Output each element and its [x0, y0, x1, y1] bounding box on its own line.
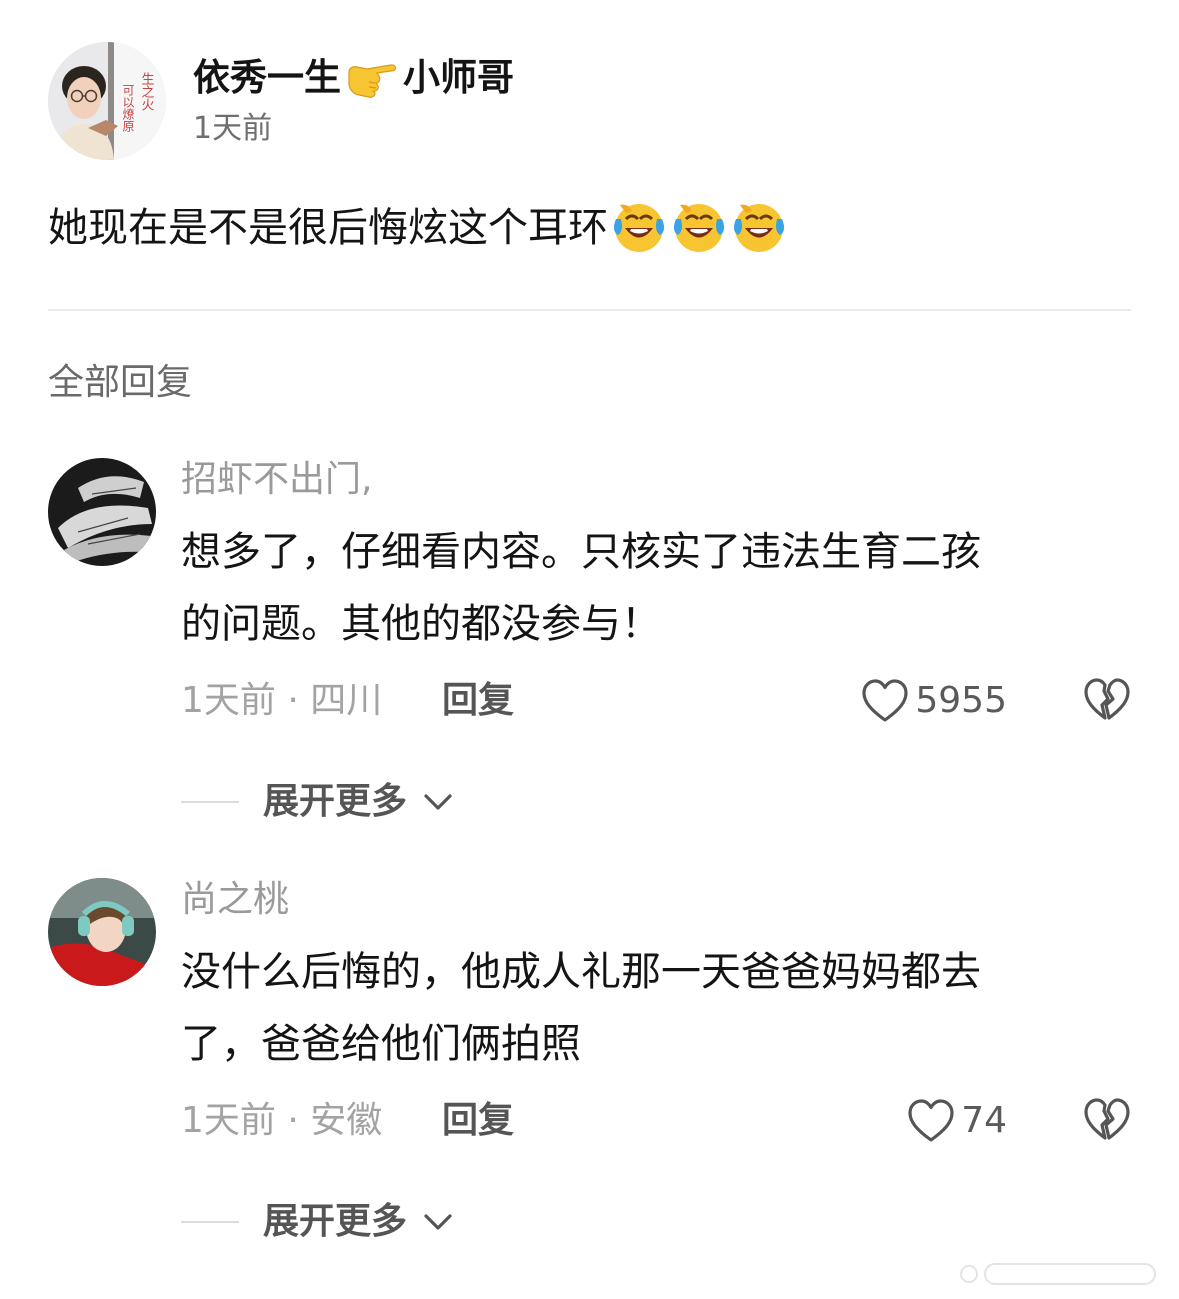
comment-line: 想多了，仔细看内容。只核实了违法生育二孩: [181, 529, 981, 575]
all-replies-title: 全部回复: [48, 362, 193, 403]
author-name[interactable]: 依秀一生 小师哥: [193, 56, 514, 100]
expand-line: [181, 801, 239, 803]
laughing-crying-emoji-icon: [733, 204, 785, 252]
chevron-down-icon: [424, 794, 452, 810]
watermark-logo: [960, 1263, 1156, 1285]
like-count: 74: [961, 1100, 1007, 1141]
comment-item: 招虾不出门, 想多了，仔细看内容。只核实了违法生育二孩 的问题。其他的都没参与！…: [48, 458, 1138, 728]
heart-icon: [862, 679, 908, 722]
comment-line: 了，爸爸给他们俩拍照: [181, 1021, 581, 1067]
comment-text: 没什么后悔的，他成人礼那一天爸爸妈妈都去 了，爸爸给他们俩拍照: [181, 936, 1111, 1080]
post-meta: 依秀一生 小师哥 1天前: [193, 56, 514, 146]
broken-heart-icon[interactable]: [1083, 1097, 1131, 1143]
avatar-poster-text-2: 可以燎原: [121, 84, 135, 132]
commenter-avatar[interactable]: [48, 458, 156, 566]
comment-line: 的问题。其他的都没参与！: [181, 601, 661, 647]
laughing-crying-emoji-icon: [673, 204, 725, 252]
post-time: 1天前: [193, 111, 273, 146]
comment-time-location: 1天前 · 四川: [181, 680, 383, 721]
expand-more-label: 展开更多: [263, 1201, 408, 1242]
like-count: 5955: [915, 680, 1007, 721]
commenter-avatar[interactable]: [48, 878, 156, 986]
expand-line: [181, 1221, 239, 1223]
pointing-hand-icon: [345, 58, 399, 98]
like-button[interactable]: 74: [907, 1097, 1007, 1145]
post-content: 她现在是不是很后悔炫这个耳环: [48, 200, 792, 256]
chevron-down-icon: [424, 1214, 452, 1230]
laughing-crying-emoji-icon: [613, 204, 665, 252]
divider: [48, 309, 1131, 311]
comment-line: 没什么后悔的，他成人礼那一天爸爸妈妈都去: [181, 949, 981, 995]
comment-item: 尚之桃 没什么后悔的，他成人礼那一天爸爸妈妈都去 了，爸爸给他们俩拍照 1天前 …: [48, 878, 1138, 1148]
comment-footer: 1天前 · 安徽 回复 74: [181, 1097, 1131, 1145]
expand-more-button[interactable]: 展开更多: [181, 780, 453, 824]
commenter-name[interactable]: 尚之桃: [181, 878, 289, 922]
expand-more-button[interactable]: 展开更多: [181, 1200, 453, 1244]
broken-heart-icon[interactable]: [1083, 677, 1131, 723]
author-avatar[interactable]: 生之火 可以燎原: [48, 42, 166, 160]
comment-footer: 1天前 · 四川 回复 5955: [181, 677, 1131, 725]
reply-button[interactable]: 回复: [442, 677, 514, 725]
comment-text: 想多了，仔细看内容。只核实了违法生育二孩 的问题。其他的都没参与！: [181, 516, 1111, 660]
emoji-row: [612, 201, 792, 255]
post-text: 她现在是不是很后悔炫这个耳环: [48, 205, 608, 251]
avatar-poster-text-1: 生之火: [139, 72, 155, 111]
comment-time-location: 1天前 · 安徽: [181, 1100, 383, 1141]
like-button[interactable]: 5955: [861, 677, 1007, 725]
expand-more-label: 展开更多: [263, 781, 408, 822]
author-name-part-1: 依秀一生: [193, 56, 341, 99]
post-header: 生之火 可以燎原 依秀一生 小师哥 1天前: [48, 42, 514, 160]
heart-icon: [908, 1099, 954, 1142]
reply-button[interactable]: 回复: [442, 1097, 514, 1145]
commenter-name[interactable]: 招虾不出门,: [181, 458, 372, 502]
author-name-part-2: 小师哥: [403, 56, 514, 99]
